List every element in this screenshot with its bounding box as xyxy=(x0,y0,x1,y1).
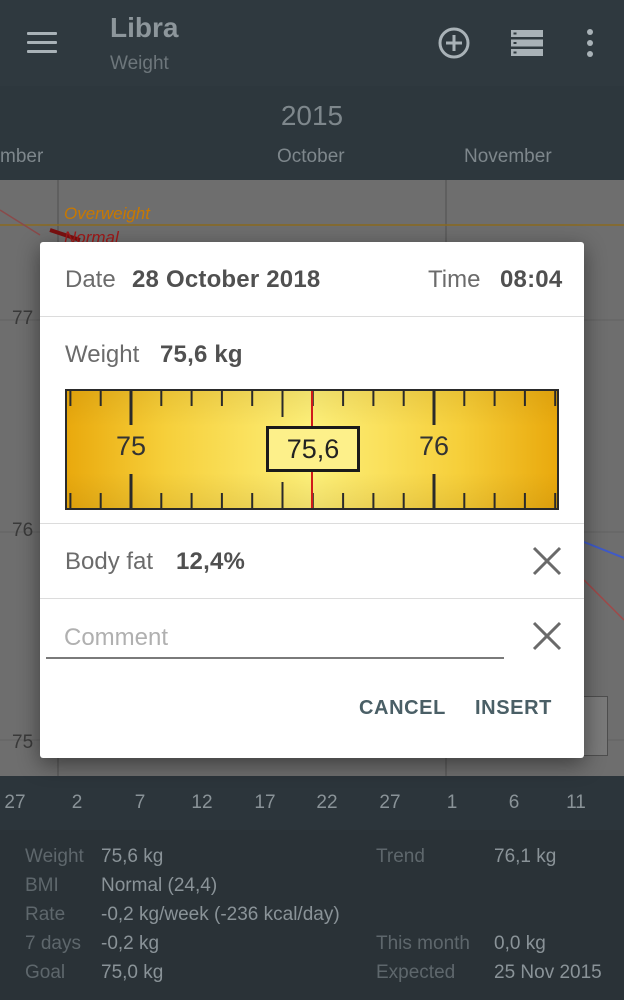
x-tick-label: 17 xyxy=(254,792,276,813)
month-label: October xyxy=(277,146,345,167)
chart-header: 2015 mber October November xyxy=(0,86,624,180)
date-label: Date xyxy=(65,266,116,293)
x-tick-label: 6 xyxy=(508,792,520,813)
add-weight-dialog: Date 28 October 2018 Time 08:04 Weight 7… xyxy=(40,242,584,758)
stat-label: Weight xyxy=(25,846,84,867)
x-tick-label: 27 xyxy=(4,792,26,813)
stat-label: Rate xyxy=(25,904,66,925)
x-tick-label: 7 xyxy=(134,792,146,813)
calendar-icon[interactable] xyxy=(584,696,608,756)
stat-value: 0,0 kg xyxy=(494,933,546,954)
stat-value: 75,0 kg xyxy=(101,962,164,983)
y-tick-label: 77 xyxy=(12,308,34,329)
more-options-icon[interactable] xyxy=(572,22,608,64)
body-fat-label: Body fat xyxy=(65,548,154,575)
comment-input[interactable] xyxy=(46,619,504,659)
month-label: mber xyxy=(0,146,44,167)
clear-body-fat-icon[interactable] xyxy=(530,544,564,578)
app-bar: Libra Weight xyxy=(0,0,624,86)
menu-icon[interactable] xyxy=(22,22,62,62)
weight-label: Weight xyxy=(65,341,140,368)
y-tick-label: 76 xyxy=(12,520,34,541)
divider xyxy=(40,523,584,524)
ruler-current-value: 75,6 xyxy=(266,426,360,472)
stat-value: 75,6 kg xyxy=(101,846,164,867)
stat-value: -0,2 kg/week (-236 kcal/day) xyxy=(101,904,340,925)
stat-value: 25 Nov 2015 xyxy=(494,962,602,983)
stat-label: 7 days xyxy=(25,933,81,954)
y-tick-label: 75 xyxy=(12,732,34,753)
weight-value: 75,6 kg xyxy=(160,341,243,368)
stat-value: 76,1 kg xyxy=(494,846,557,867)
insert-button[interactable]: INSERT xyxy=(475,697,552,720)
cancel-button[interactable]: CANCEL xyxy=(359,697,446,720)
clear-comment-icon[interactable] xyxy=(530,619,564,653)
stat-value: -0,2 kg xyxy=(101,933,160,954)
divider xyxy=(40,316,584,317)
weight-ruler-slider[interactable]: 75 76 75,6 xyxy=(65,389,559,510)
list-view-icon[interactable] xyxy=(505,22,547,64)
stat-value: Normal (24,4) xyxy=(101,875,218,896)
overweight-zone-label: Overweight xyxy=(64,204,150,223)
divider xyxy=(40,598,584,599)
stat-label: BMI xyxy=(25,875,59,896)
x-tick-label: 22 xyxy=(316,792,338,813)
app-subtitle: Weight xyxy=(110,53,169,74)
year-label: 2015 xyxy=(280,100,344,131)
x-tick-label: 12 xyxy=(191,792,213,813)
ruler-mark-label: 75 xyxy=(115,431,147,461)
date-value[interactable]: 28 October 2018 xyxy=(132,266,320,294)
ruler-mark-label: 76 xyxy=(418,431,450,461)
stat-label: This month xyxy=(376,933,470,954)
stat-label: Goal xyxy=(25,962,66,983)
x-tick-label: 27 xyxy=(379,792,401,813)
x-tick-label: 2 xyxy=(71,792,83,813)
time-label: Time xyxy=(428,266,481,293)
stats-panel: Weight 75,6 kg BMI Normal (24,4) Rate -0… xyxy=(0,830,624,1000)
app-title: Libra xyxy=(110,12,179,43)
month-label: November xyxy=(464,146,552,167)
stat-label: Expected xyxy=(376,962,456,983)
add-circle-icon[interactable] xyxy=(433,22,475,64)
time-value[interactable]: 08:04 xyxy=(500,266,562,294)
body-fat-value[interactable]: 12,4% xyxy=(176,548,245,576)
x-tick-label: 1 xyxy=(446,792,458,813)
x-tick-label: 11 xyxy=(566,792,586,813)
stat-label: Trend xyxy=(376,846,425,867)
x-axis: 27 2 7 12 17 22 27 1 6 11 xyxy=(0,776,624,830)
